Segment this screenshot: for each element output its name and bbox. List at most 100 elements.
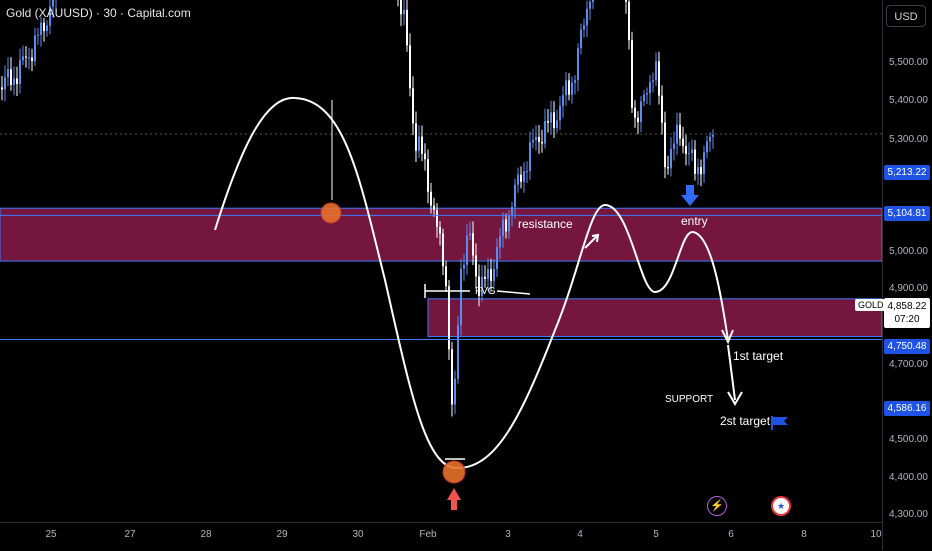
candle-body bbox=[592, 0, 594, 2]
last-price-box: 4,858.22 07:20 bbox=[884, 298, 930, 328]
y-tick: 4,400.00 bbox=[889, 472, 928, 483]
us-flag-icon[interactable]: ★ bbox=[771, 496, 791, 516]
support-label: SUPPORT bbox=[665, 394, 714, 405]
candle-body bbox=[637, 117, 639, 123]
price-badge-4586: 4,586.16 bbox=[884, 401, 930, 416]
candle-body bbox=[589, 1, 591, 9]
candle-body bbox=[43, 22, 45, 32]
candle-body bbox=[415, 123, 417, 151]
candle-body bbox=[631, 40, 633, 108]
bottom-marker bbox=[442, 460, 466, 484]
candle-body bbox=[547, 120, 549, 123]
candle-body bbox=[469, 233, 471, 236]
candle-body bbox=[697, 167, 699, 174]
candle-body bbox=[463, 264, 465, 269]
candle-body bbox=[679, 124, 681, 139]
candle-body bbox=[499, 236, 501, 248]
candle-body bbox=[673, 143, 675, 149]
price-badge-5104: 5,104.81 bbox=[884, 206, 930, 221]
entry-label: entry bbox=[681, 214, 708, 228]
second-target-label: 2st target bbox=[720, 414, 771, 428]
first-target-label: 1st target bbox=[733, 349, 784, 363]
price-badge-4750: 4,750.48 bbox=[884, 339, 930, 354]
candle-body bbox=[658, 61, 660, 96]
candle-body bbox=[556, 120, 558, 129]
currency-button[interactable]: USD bbox=[886, 5, 926, 27]
candle-body bbox=[646, 93, 648, 95]
candle-body bbox=[550, 112, 552, 123]
fvg-label: FVG bbox=[475, 286, 496, 297]
candle-body bbox=[442, 233, 444, 267]
candle-body bbox=[655, 61, 657, 81]
y-tick: 5,500.00 bbox=[889, 57, 928, 68]
x-tick: Feb bbox=[419, 529, 437, 540]
candle-body bbox=[577, 48, 579, 81]
candle-body bbox=[451, 349, 453, 405]
x-tick: 25 bbox=[45, 529, 57, 540]
candle-body bbox=[574, 80, 576, 83]
pattern-curve bbox=[214, 96, 729, 470]
candle-body bbox=[487, 269, 489, 279]
y-tick: 5,400.00 bbox=[889, 95, 928, 106]
x-tick: 3 bbox=[505, 529, 511, 540]
candle-body bbox=[643, 94, 645, 102]
candle-body bbox=[529, 142, 531, 172]
y-tick: 5,000.00 bbox=[889, 246, 928, 257]
x-tick: 6 bbox=[728, 529, 734, 540]
candle-body bbox=[31, 57, 33, 62]
x-tick: 29 bbox=[276, 529, 288, 540]
candle-body bbox=[580, 29, 582, 49]
x-tick: 10 bbox=[870, 529, 882, 540]
y-tick: 5,300.00 bbox=[889, 134, 928, 145]
candle-body bbox=[700, 167, 702, 175]
candle-body bbox=[625, 0, 627, 2]
candle-body bbox=[628, 1, 630, 41]
candle-body bbox=[583, 25, 585, 30]
candle-body bbox=[475, 255, 477, 277]
candle-body bbox=[436, 210, 438, 227]
candle-body bbox=[706, 141, 708, 153]
chart-title: Gold (XAUUSD) · 30 · Capital.com bbox=[6, 6, 191, 20]
y-tick: 4,500.00 bbox=[889, 434, 928, 445]
candle-body bbox=[433, 205, 435, 211]
candle-body bbox=[493, 268, 495, 281]
x-tick: 5 bbox=[653, 529, 659, 540]
x-tick: 30 bbox=[352, 529, 364, 540]
candle-body bbox=[7, 69, 9, 78]
candle-body bbox=[670, 148, 672, 169]
candle-body bbox=[667, 167, 669, 169]
candle-body bbox=[709, 136, 711, 142]
candle-body bbox=[400, 0, 402, 15]
candle-body bbox=[406, 9, 408, 46]
candle-body bbox=[664, 122, 666, 168]
candle-body bbox=[403, 9, 405, 15]
candle-body bbox=[496, 247, 498, 269]
candle-body bbox=[439, 226, 441, 234]
candle-body bbox=[691, 149, 693, 154]
candle-body bbox=[424, 153, 426, 160]
lightning-icon[interactable]: ⚡ bbox=[707, 496, 727, 516]
candle-body bbox=[454, 378, 456, 405]
x-tick: 28 bbox=[200, 529, 212, 540]
resistance-label: resistance bbox=[518, 217, 573, 231]
y-tick: 4,700.00 bbox=[889, 359, 928, 370]
candle-body bbox=[535, 136, 537, 140]
candle-body bbox=[538, 136, 540, 142]
candle-body bbox=[421, 136, 423, 154]
candle-body bbox=[640, 101, 642, 123]
candle-body bbox=[511, 206, 513, 216]
candle-body bbox=[22, 56, 24, 61]
candle-body bbox=[16, 78, 18, 84]
price-chart[interactable] bbox=[0, 0, 882, 522]
price-axis[interactable] bbox=[882, 0, 932, 550]
candle-body bbox=[412, 88, 414, 124]
candle-body bbox=[409, 45, 411, 89]
countdown-value: 07:20 bbox=[894, 314, 920, 325]
candle-body bbox=[526, 171, 528, 173]
candle-body bbox=[661, 95, 663, 123]
zone-3 bbox=[427, 298, 882, 338]
candle-body bbox=[517, 174, 519, 185]
candle-body bbox=[688, 153, 690, 155]
candle-body bbox=[37, 34, 39, 36]
candle-body bbox=[586, 8, 588, 26]
